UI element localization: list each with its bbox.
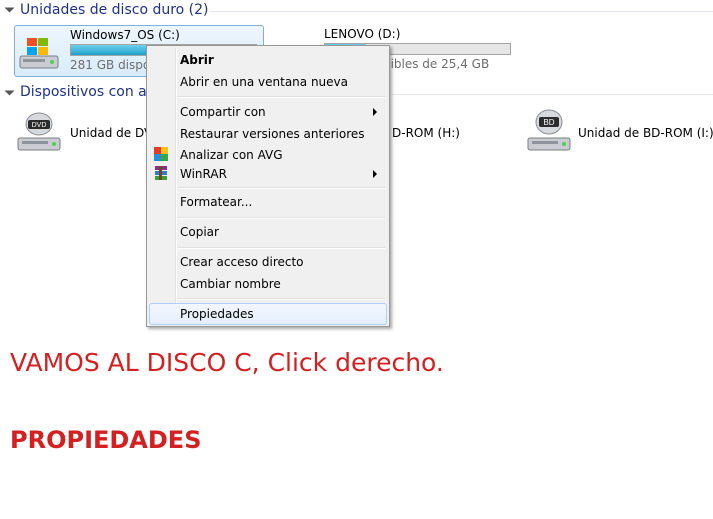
bd-drive-icon[interactable]: BD xyxy=(524,108,574,156)
hdd-group-title[interactable]: Unidades de disco duro (2) xyxy=(20,2,209,18)
menu-separator xyxy=(177,187,385,189)
menu-item-copiar[interactable]: Copiar xyxy=(149,222,387,242)
disc-drive-h-label[interactable]: D-ROM (H:) xyxy=(392,126,460,140)
menu-item-cambiar-nombre[interactable]: Cambiar nombre xyxy=(149,274,387,294)
menu-item-abrir[interactable]: Abrir xyxy=(149,50,387,70)
menu-separator xyxy=(177,217,385,219)
menu-separator xyxy=(177,298,385,300)
menu-item-label: Crear acceso directo xyxy=(180,255,304,269)
menu-item-restaurar-versiones[interactable]: Restaurar versiones anteriores xyxy=(149,124,387,144)
submenu-arrow-icon xyxy=(373,170,377,178)
menu-item-label: Restaurar versiones anteriores xyxy=(180,127,365,141)
menu-item-compartir-con[interactable]: Compartir con xyxy=(149,102,387,122)
menu-item-abrir-nueva-ventana[interactable]: Abrir en una ventana nueva xyxy=(149,72,387,92)
group-divider xyxy=(210,11,713,12)
dvd-icon-text: DVD xyxy=(32,122,47,129)
hard-drive-windows-icon xyxy=(19,38,59,69)
group-divider xyxy=(392,94,713,95)
drive-c-name: Windows7_OS (C:) xyxy=(70,28,180,42)
dvd-drive-icon[interactable]: DVD xyxy=(14,112,64,156)
menu-item-winrar[interactable]: WinRAR xyxy=(149,164,387,184)
menu-item-label: Propiedades xyxy=(180,307,254,321)
collapse-icon[interactable] xyxy=(4,7,15,13)
drive-d-name: LENOVO (D:) xyxy=(324,27,401,41)
menu-item-label: Abrir en una ventana nueva xyxy=(180,75,348,89)
annotation-instruction: VAMOS AL DISCO C, Click derecho. xyxy=(10,348,444,377)
menu-separator xyxy=(177,96,385,98)
winrar-icon xyxy=(155,166,167,180)
avg-icon xyxy=(154,147,168,161)
menu-item-label: Analizar con AVG xyxy=(180,148,283,162)
menu-item-label: Compartir con xyxy=(180,105,266,119)
menu-item-label: Formatear... xyxy=(180,195,253,209)
submenu-arrow-icon xyxy=(373,108,377,116)
menu-item-label: Cambiar nombre xyxy=(180,277,281,291)
menu-item-label: Copiar xyxy=(180,225,219,239)
devices-group-title[interactable]: Dispositivos con al xyxy=(20,84,151,100)
bd-drive-label[interactable]: Unidad de BD-ROM (I:) xyxy=(578,126,713,140)
menu-item-crear-acceso-directo[interactable]: Crear acceso directo xyxy=(149,252,387,272)
bd-icon-text: BD xyxy=(543,118,554,127)
context-menu: Abrir Abrir en una ventana nueva Compart… xyxy=(146,45,390,327)
collapse-icon[interactable] xyxy=(4,90,15,96)
menu-item-analizar-avg[interactable]: Analizar con AVG xyxy=(149,145,387,165)
menu-separator xyxy=(177,247,385,249)
menu-item-propiedades[interactable]: Propiedades xyxy=(149,303,387,325)
drive-c-usage-fill xyxy=(71,45,155,55)
menu-item-label: Abrir xyxy=(180,53,214,67)
menu-item-label: WinRAR xyxy=(180,167,227,181)
menu-item-formatear[interactable]: Formatear... xyxy=(149,192,387,212)
annotation-highlight: PROPIEDADES xyxy=(10,426,202,454)
drive-c-free-space: 281 GB dispon xyxy=(70,58,158,72)
